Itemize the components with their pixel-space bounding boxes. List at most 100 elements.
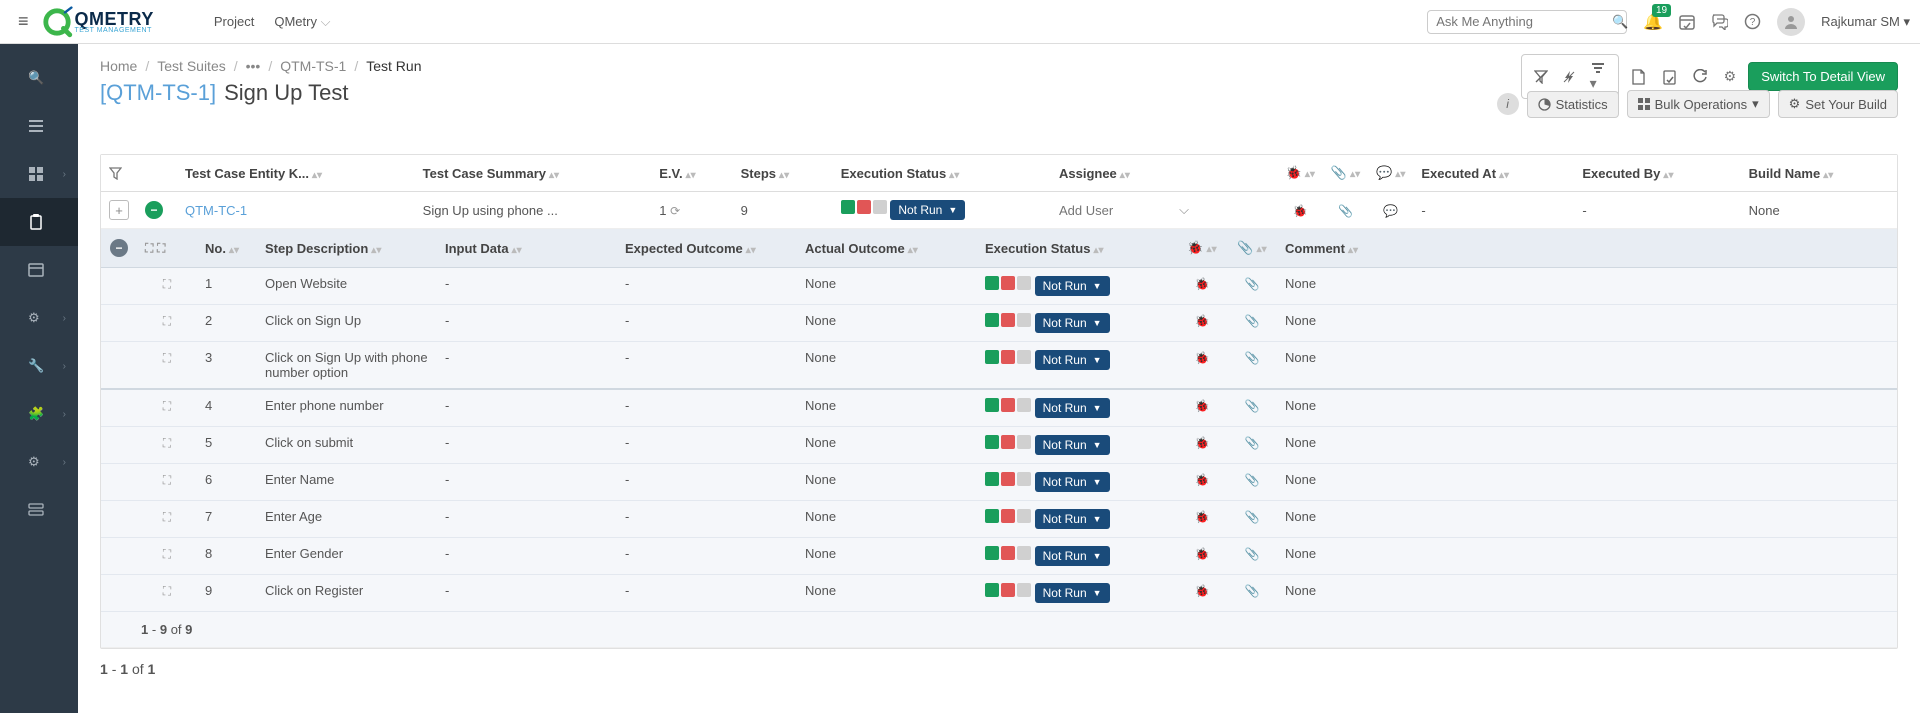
bug-icon[interactable]: 🐞 bbox=[1195, 351, 1210, 365]
comment-icon[interactable]: 💬 bbox=[1383, 204, 1398, 218]
status-pills[interactable] bbox=[985, 472, 1031, 486]
status-dropdown[interactable]: Not Run▼ bbox=[1035, 472, 1110, 492]
attachment-icon[interactable]: 📎 bbox=[1245, 473, 1260, 487]
col-build[interactable]: Build Name▴▾ bbox=[1741, 155, 1897, 192]
status-pills[interactable] bbox=[985, 583, 1031, 597]
col-assignee[interactable]: Assignee▴▾ bbox=[1051, 155, 1278, 192]
bug-icon[interactable]: 🐞 bbox=[1195, 436, 1210, 450]
status-pills[interactable] bbox=[985, 276, 1031, 290]
status-dropdown[interactable]: Not Run▼ bbox=[1035, 276, 1110, 296]
status-pills[interactable] bbox=[985, 350, 1031, 364]
col-input[interactable]: Input Data▴▾ bbox=[437, 229, 617, 268]
attachment-icon[interactable]: 📎 bbox=[1245, 547, 1260, 561]
statistics-button[interactable]: Statistics bbox=[1527, 91, 1619, 118]
collapse-all-button[interactable]: − bbox=[110, 239, 128, 257]
status-pills[interactable] bbox=[985, 435, 1031, 449]
sort-icon[interactable]: ▾ bbox=[1586, 59, 1610, 94]
col-step-attach[interactable]: 📎▴▾ bbox=[1227, 229, 1277, 268]
info-icon[interactable]: i bbox=[1497, 93, 1519, 115]
attachment-icon[interactable]: 📎 bbox=[1245, 584, 1260, 598]
bug-icon[interactable]: 🐞 bbox=[1195, 584, 1210, 598]
sidebar-settings[interactable]: ⚙› bbox=[0, 438, 78, 486]
sidebar-gears[interactable]: ⚙› bbox=[0, 294, 78, 342]
pdf-icon[interactable] bbox=[1627, 67, 1650, 87]
status-dropdown[interactable]: Not Run▼ bbox=[1035, 435, 1110, 455]
expand-button[interactable]: + bbox=[109, 200, 129, 220]
col-no[interactable]: No.▴▾ bbox=[197, 229, 257, 268]
sidebar-clipboard[interactable] bbox=[0, 198, 78, 246]
gear-icon[interactable]: ⚙ bbox=[1720, 66, 1741, 87]
expand-step-icon[interactable]: ⛶ bbox=[163, 510, 171, 524]
user-menu[interactable]: Rajkumar SM ▾ bbox=[1821, 14, 1910, 30]
col-exec-status[interactable]: Execution Status▴▾ bbox=[833, 155, 1051, 192]
attachment-icon[interactable]: 📎 bbox=[1338, 204, 1353, 218]
bug-icon[interactable]: 🐞 bbox=[1195, 473, 1210, 487]
bug-icon[interactable]: 🐞 bbox=[1195, 399, 1210, 413]
bulk-operations-button[interactable]: Bulk Operations ▾ bbox=[1627, 90, 1770, 118]
expand-step-icon[interactable]: ⛶ bbox=[163, 314, 171, 328]
breadcrumb-suites[interactable]: Test Suites bbox=[157, 58, 225, 74]
refresh-icon[interactable]: ⟳ bbox=[670, 204, 680, 218]
sidebar-list[interactable] bbox=[0, 102, 78, 150]
expand-step-icon[interactable]: ⛶ bbox=[163, 547, 171, 561]
col-expected[interactable]: Expected Outcome▴▾ bbox=[617, 229, 797, 268]
bug-icon[interactable]: 🐞 bbox=[1195, 314, 1210, 328]
refresh-icon[interactable] bbox=[1689, 67, 1712, 86]
status-pills[interactable] bbox=[985, 398, 1031, 412]
status-dropdown[interactable]: Not Run▼ bbox=[1035, 509, 1110, 529]
expand-step-icon[interactable]: ⛶ bbox=[163, 351, 171, 365]
assignee-input[interactable] bbox=[1059, 203, 1159, 218]
chevron-down-icon[interactable]: ⌵ bbox=[1179, 202, 1189, 218]
col-comment[interactable]: 💬▴▾ bbox=[1368, 155, 1413, 192]
attachment-icon[interactable]: 📎 bbox=[1245, 314, 1260, 328]
status-pills[interactable] bbox=[985, 313, 1031, 327]
status-dropdown[interactable]: Not Run▼ bbox=[1035, 546, 1110, 566]
search-input[interactable] bbox=[1436, 14, 1612, 29]
col-step-comment[interactable]: Comment▴▾ bbox=[1277, 229, 1897, 268]
expand-step-icon[interactable]: ⛶ bbox=[163, 277, 171, 291]
help-icon[interactable]: ? bbox=[1744, 13, 1761, 30]
tc-key-link[interactable]: QTM-TC-1 bbox=[185, 203, 247, 218]
bolt-icon[interactable] bbox=[1558, 68, 1580, 86]
export-icon[interactable] bbox=[1658, 67, 1681, 87]
expand-step-icon[interactable]: ⛶ bbox=[163, 473, 171, 487]
bug-icon[interactable]: 🐞 bbox=[1293, 204, 1308, 218]
attachment-icon[interactable]: 📎 bbox=[1245, 399, 1260, 413]
col-step-bug[interactable]: 🐞▴▾ bbox=[1177, 229, 1227, 268]
status-dropdown[interactable]: Not Run▼ bbox=[1035, 313, 1110, 333]
avatar[interactable] bbox=[1777, 8, 1805, 36]
filter-icon[interactable] bbox=[109, 167, 129, 180]
set-build-button[interactable]: ⚙ Set Your Build bbox=[1778, 90, 1898, 118]
col-executed-at[interactable]: Executed At▴▾ bbox=[1413, 155, 1574, 192]
project-dropdown[interactable]: QMetry ⌵ bbox=[274, 14, 330, 30]
col-executed-by[interactable]: Executed By▴▾ bbox=[1574, 155, 1740, 192]
calendar-icon[interactable] bbox=[1679, 14, 1695, 30]
attachment-icon[interactable]: 📎 bbox=[1245, 277, 1260, 291]
status-dropdown[interactable]: Not Run▼ bbox=[1035, 398, 1110, 418]
notification-icon[interactable]: 🔔19 bbox=[1643, 12, 1663, 32]
status-pills[interactable] bbox=[841, 200, 887, 214]
bug-icon[interactable]: 🐞 bbox=[1195, 547, 1210, 561]
bug-icon[interactable]: 🐞 bbox=[1195, 277, 1210, 291]
sidebar-search[interactable]: 🔍 bbox=[0, 54, 78, 102]
breadcrumb-tsid[interactable]: QTM-TS-1 bbox=[280, 58, 346, 74]
expand-step-icon[interactable]: ⛶ bbox=[163, 399, 171, 413]
sidebar-grid[interactable]: › bbox=[0, 150, 78, 198]
collapse-button[interactable]: − bbox=[145, 201, 163, 219]
col-tc-summary[interactable]: Test Case Summary▴▾ bbox=[415, 155, 652, 192]
col-attach[interactable]: 📎▴▾ bbox=[1323, 155, 1368, 192]
logo[interactable]: QMETRY TEST MANAGEMENT bbox=[41, 6, 154, 38]
col-actual[interactable]: Actual Outcome▴▾ bbox=[797, 229, 977, 268]
col-step-desc[interactable]: Step Description▴▾ bbox=[257, 229, 437, 268]
col-ev[interactable]: E.V.▴▾ bbox=[651, 155, 732, 192]
breadcrumb-home[interactable]: Home bbox=[100, 58, 137, 74]
search-icon[interactable]: 🔍 bbox=[1612, 14, 1628, 30]
expand-step-icon[interactable]: ⛶ bbox=[163, 436, 171, 450]
attachment-icon[interactable]: 📎 bbox=[1245, 436, 1260, 450]
bug-icon[interactable]: 🐞 bbox=[1195, 510, 1210, 524]
attachment-icon[interactable]: 📎 bbox=[1245, 510, 1260, 524]
hamburger-icon[interactable]: ≡ bbox=[10, 11, 37, 32]
col-step-status[interactable]: Execution Status▴▾ bbox=[977, 229, 1177, 268]
switch-view-button[interactable]: Switch To Detail View bbox=[1748, 62, 1898, 91]
status-dropdown[interactable]: Not Run▼ bbox=[1035, 350, 1110, 370]
